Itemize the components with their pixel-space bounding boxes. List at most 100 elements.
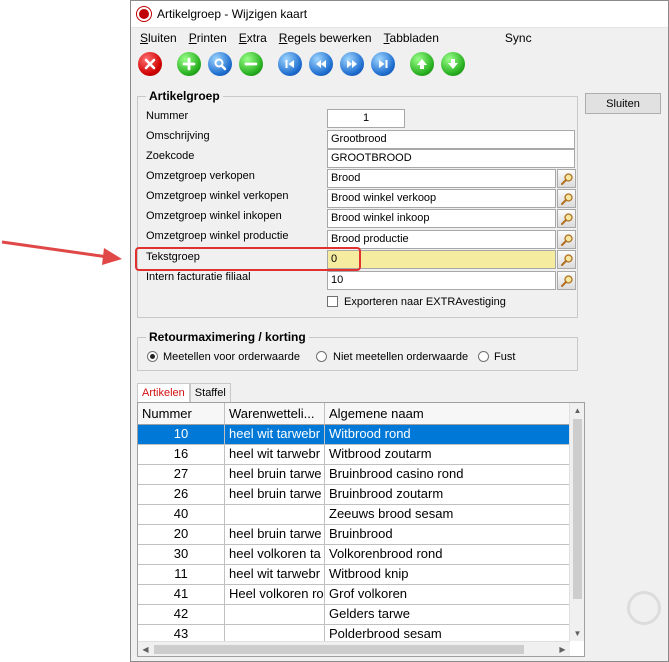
- radio-fust[interactable]: [478, 351, 489, 362]
- menu-printen[interactable]: Printen: [184, 31, 232, 45]
- cell-nummer: 27: [138, 465, 225, 485]
- omzetgroep-winkel-inkopen-field[interactable]: Brood winkel inkoop: [327, 209, 556, 228]
- cell-warenwet: heel volkoren ta: [225, 545, 325, 565]
- cell-algemene-naam: Volkorenbrood rond: [325, 545, 570, 565]
- lookup-icon[interactable]: [557, 250, 576, 269]
- omschrijving-field[interactable]: Grootbrood: [327, 130, 575, 149]
- cell-nummer: 30: [138, 545, 225, 565]
- cell-nummer: 26: [138, 485, 225, 505]
- scroll-thumb-horizontal[interactable]: [154, 645, 524, 654]
- omzetgroep-winkel-productie-label: Omzetgroep winkel productie: [146, 230, 289, 242]
- retour-legend: Retourmaximering / korting: [146, 330, 309, 344]
- close-button[interactable]: Sluiten: [585, 93, 661, 114]
- menu-bar: Sluiten Printen Extra Regels bewerken Ta…: [131, 28, 668, 48]
- nummer-field[interactable]: 1: [327, 109, 405, 128]
- table-row[interactable]: 11 heel wit tarwebr Witbrood knip: [138, 565, 570, 585]
- menu-sync[interactable]: Sync: [500, 31, 537, 45]
- lookup-icon[interactable]: [557, 209, 576, 228]
- vertical-scrollbar[interactable]: ▲ ▼: [569, 403, 584, 641]
- window-title: Artikelgroep - Wijzigen kaart: [157, 7, 308, 21]
- radio-meetellen[interactable]: [147, 351, 158, 362]
- table-row[interactable]: 26 heel bruin tarwe Bruinbrood zoutarm: [138, 485, 570, 505]
- delete-icon[interactable]: [138, 52, 162, 76]
- table-row[interactable]: 42 Gelders tarwe: [138, 605, 570, 625]
- cell-algemene-naam: Witbrood zoutarm: [325, 445, 570, 465]
- cell-algemene-naam: Grof volkoren: [325, 585, 570, 605]
- intern-facturatie-field[interactable]: 10: [327, 271, 556, 290]
- table-row[interactable]: 30 heel volkoren ta Volkorenbrood rond: [138, 545, 570, 565]
- scroll-right-icon[interactable]: ▶: [555, 642, 570, 656]
- cell-warenwet: [225, 605, 325, 625]
- radio-niet-meetellen-label: Niet meetellen orderwaarde: [333, 351, 469, 363]
- toolbar: [131, 48, 668, 80]
- table-row[interactable]: 27 heel bruin tarwe Bruinbrood casino rond: [138, 465, 570, 485]
- annotation-highlight: [135, 247, 361, 271]
- omzetgroep-winkel-verkopen-label: Omzetgroep winkel verkopen: [146, 190, 289, 202]
- radio-niet-meetellen[interactable]: [316, 351, 327, 362]
- zoekcode-label: Zoekcode: [146, 150, 195, 162]
- lookup-icon[interactable]: [557, 230, 576, 249]
- column-header-nummer[interactable]: Nummer: [138, 403, 225, 425]
- omzetgroep-verkopen-field[interactable]: Brood: [327, 169, 556, 188]
- horizontal-scrollbar[interactable]: ◀ ▶: [138, 641, 570, 656]
- tab-artikelen[interactable]: Artikelen: [137, 383, 190, 403]
- watermark-logo-icon: [627, 591, 661, 625]
- tekstgroep-field[interactable]: 0: [327, 250, 556, 269]
- cell-warenwet: heel wit tarwebr: [225, 445, 325, 465]
- cell-warenwet: heel bruin tarwe: [225, 525, 325, 545]
- column-header-algemene-naam[interactable]: Algemene naam: [325, 403, 570, 425]
- intern-facturatie-label: Intern facturatie filiaal: [146, 271, 251, 283]
- menu-sluiten[interactable]: Sluiten: [135, 31, 182, 45]
- title-bar: Artikelgroep - Wijzigen kaart: [131, 1, 668, 28]
- exporteren-checkbox[interactable]: [327, 296, 338, 307]
- first-record-icon[interactable]: [278, 52, 302, 76]
- scroll-thumb[interactable]: [573, 419, 582, 599]
- last-record-icon[interactable]: [371, 52, 395, 76]
- zoekcode-field[interactable]: GROOTBROOD: [327, 149, 575, 168]
- exporteren-label: Exporteren naar EXTRAvestiging: [344, 296, 506, 308]
- cell-algemene-naam: Bruinbrood zoutarm: [325, 485, 570, 505]
- omzetgroep-winkel-inkopen-label: Omzetgroep winkel inkopen: [146, 210, 282, 222]
- next-record-icon[interactable]: [340, 52, 364, 76]
- arrow-down-icon[interactable]: [441, 52, 465, 76]
- cell-algemene-naam: Gelders tarwe: [325, 605, 570, 625]
- menu-extra[interactable]: Extra: [234, 31, 272, 45]
- cell-warenwet: Heel volkoren ro: [225, 585, 325, 605]
- cell-nummer: 16: [138, 445, 225, 465]
- lookup-icon[interactable]: [557, 169, 576, 188]
- table-row[interactable]: 10 heel wit tarwebr Witbrood rond: [138, 425, 570, 445]
- search-icon[interactable]: [208, 52, 232, 76]
- cell-nummer: 40: [138, 505, 225, 525]
- table-row[interactable]: 40 Zeeuws brood sesam: [138, 505, 570, 525]
- table-row[interactable]: 20 heel bruin tarwe Bruinbrood: [138, 525, 570, 545]
- previous-record-icon[interactable]: [309, 52, 333, 76]
- lookup-icon[interactable]: [557, 189, 576, 208]
- arrow-up-icon[interactable]: [410, 52, 434, 76]
- cell-nummer: 11: [138, 565, 225, 585]
- cell-algemene-naam: Witbrood rond: [325, 425, 570, 445]
- nummer-label: Nummer: [146, 110, 189, 122]
- omzetgroep-winkel-verkopen-field[interactable]: Brood winkel verkoop: [327, 189, 556, 208]
- cell-nummer: 42: [138, 605, 225, 625]
- radio-fust-label: Fust: [494, 351, 516, 363]
- table-row[interactable]: 16 heel wit tarwebr Witbrood zoutarm: [138, 445, 570, 465]
- menu-tabbladen[interactable]: Tabbladen: [379, 31, 444, 45]
- grid-header: Nummer Warenwetteli... Algemene naam: [138, 403, 570, 425]
- omzetgroep-verkopen-label: Omzetgroep verkopen: [146, 170, 255, 182]
- column-header-warenwet[interactable]: Warenwetteli...: [225, 403, 325, 425]
- minus-icon[interactable]: [239, 52, 263, 76]
- scroll-down-icon[interactable]: ▼: [570, 626, 584, 641]
- app-icon: [137, 7, 151, 21]
- table-row[interactable]: 41 Heel volkoren ro Grof volkoren: [138, 585, 570, 605]
- tab-staffel[interactable]: Staffel: [189, 383, 231, 403]
- scroll-up-icon[interactable]: ▲: [570, 403, 584, 418]
- cell-warenwet: heel bruin tarwe: [225, 485, 325, 505]
- omschrijving-label: Omschrijving: [146, 130, 210, 142]
- articles-grid: Nummer Warenwetteli... Algemene naam 10 h…: [137, 402, 585, 657]
- cell-algemene-naam: Bruinbrood casino rond: [325, 465, 570, 485]
- plus-icon[interactable]: [177, 52, 201, 76]
- omzetgroep-winkel-productie-field[interactable]: Brood productie: [327, 230, 556, 249]
- lookup-icon[interactable]: [557, 271, 576, 290]
- scroll-left-icon[interactable]: ◀: [138, 642, 153, 656]
- menu-regels-bewerken[interactable]: Regels bewerken: [274, 31, 377, 45]
